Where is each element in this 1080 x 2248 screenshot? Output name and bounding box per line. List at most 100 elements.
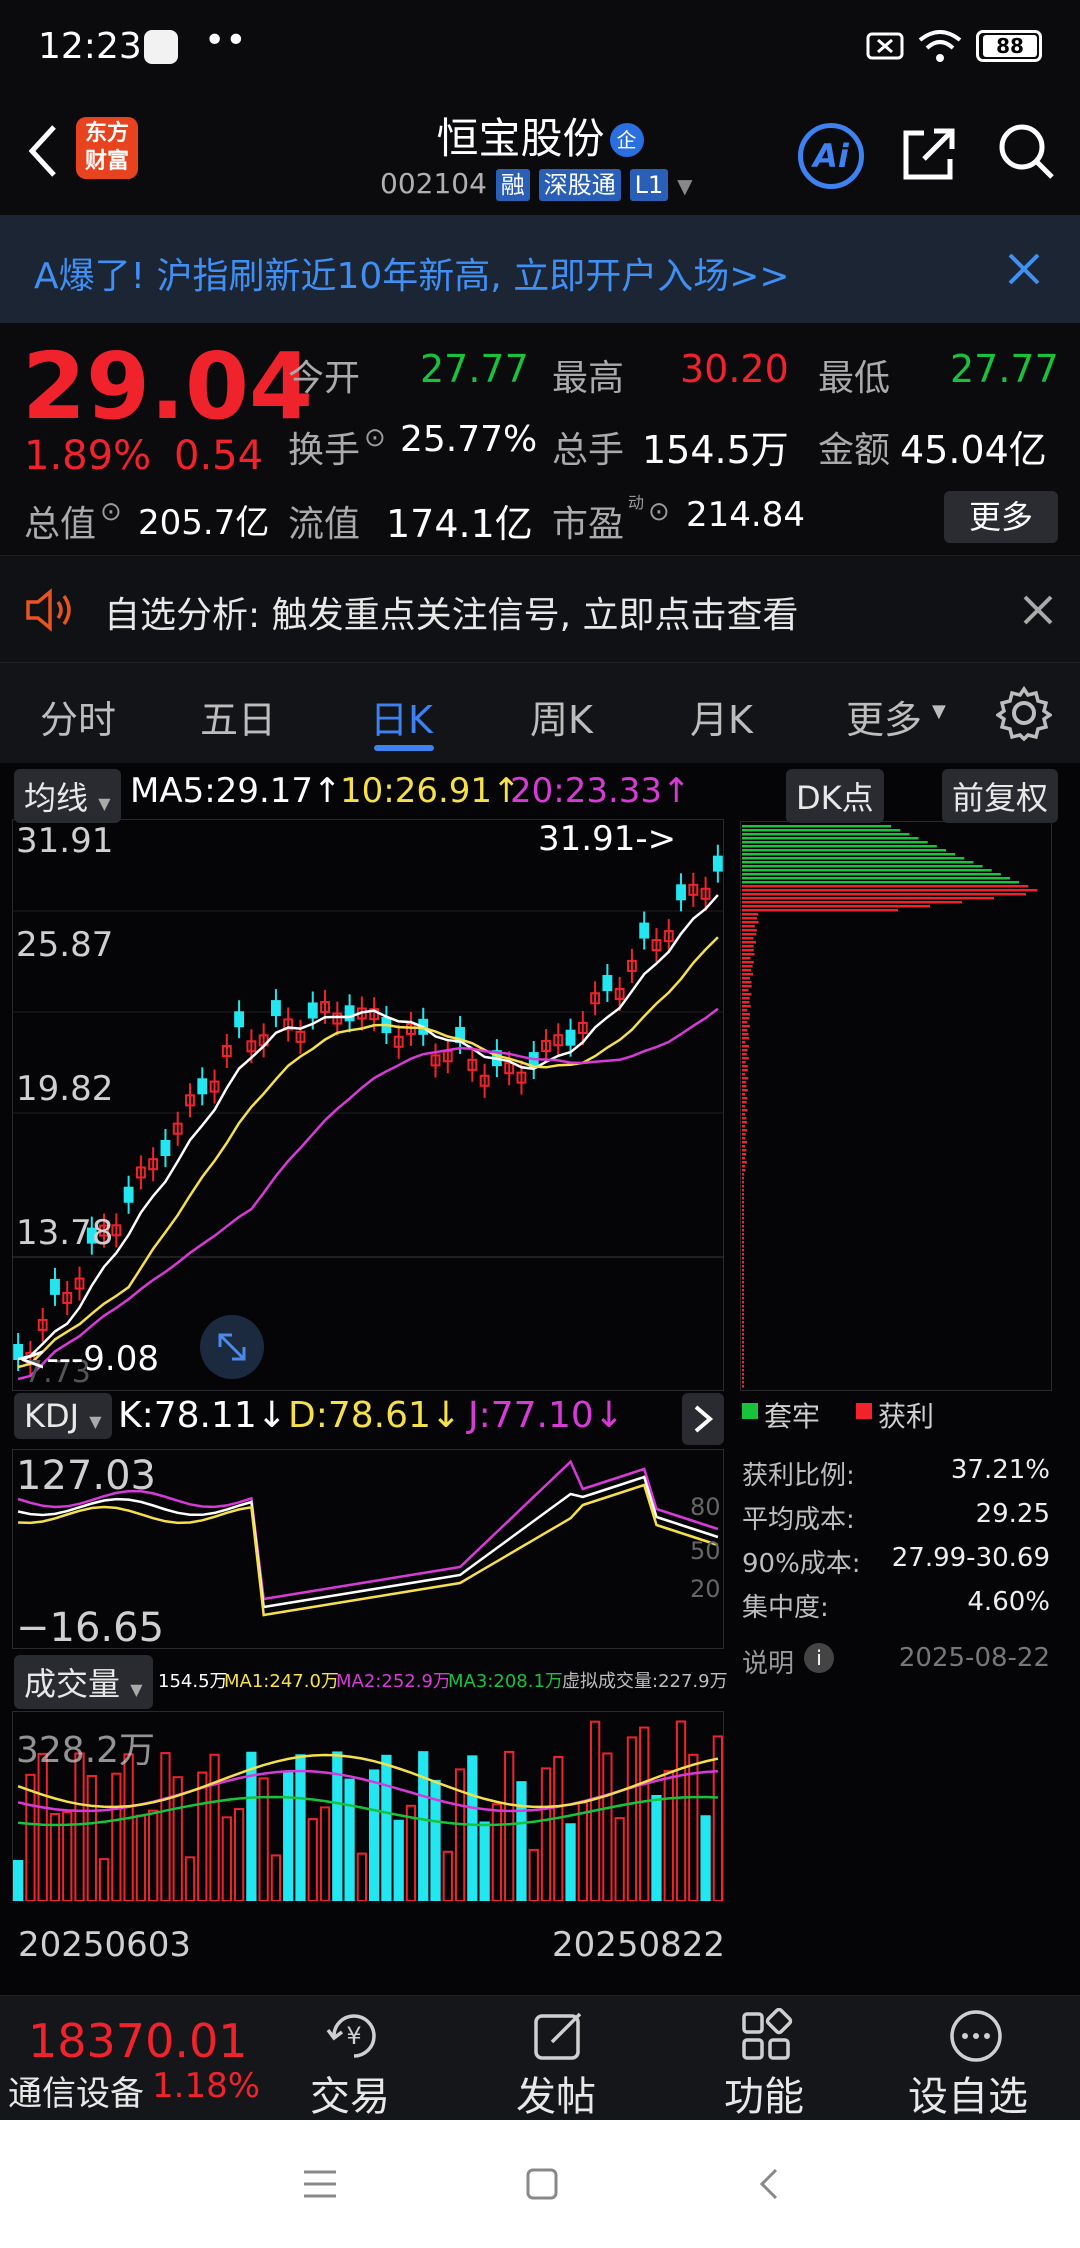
- chip-bar: [742, 1329, 744, 1332]
- promo-banner[interactable]: A爆了! 沪指刷新近10年新高, 立即开户入场>>: [0, 215, 1080, 323]
- kdj-k-value: K:78.11: [118, 1395, 257, 1436]
- info-icon[interactable]: ⊙: [100, 497, 122, 527]
- kdj-level-50: 50: [690, 1537, 721, 1565]
- search-icon[interactable]: [996, 121, 1056, 183]
- back-icon[interactable]: [22, 121, 62, 181]
- vol-ma1-readout: MA1:247.0万: [224, 1671, 339, 1692]
- profit-ratio-value: 37.21%: [950, 1455, 1050, 1485]
- chip-bar: [742, 985, 752, 988]
- sector-index[interactable]: 18370.01 通信设备 1.18%: [0, 1996, 262, 2121]
- candle-body: [50, 1278, 60, 1295]
- nav-trade[interactable]: ¥ 交易: [290, 1996, 420, 2121]
- more-dots-icon: [950, 2010, 1002, 2062]
- low-marker: <---9.08: [18, 1339, 159, 1379]
- nav-functions[interactable]: 功能: [700, 1996, 830, 2121]
- candlestick-chart[interactable]: [12, 819, 724, 1391]
- info-icon[interactable]: ⊙: [364, 423, 386, 453]
- candle-body: [234, 1011, 245, 1028]
- analysis-notice[interactable]: 自选分析: 触发重点关注信号, 立即点击查看: [0, 555, 1080, 663]
- edit-post-icon: [534, 2012, 582, 2060]
- connect-tag: 深股通: [538, 169, 621, 201]
- chip-bar: [742, 937, 754, 940]
- ma-selector[interactable]: 均线 ▼: [14, 769, 121, 823]
- candle-body: [639, 922, 650, 939]
- chip-bar: [742, 1221, 744, 1224]
- indicator-next-button[interactable]: [682, 1393, 724, 1445]
- volume-bar: [98, 1858, 110, 1901]
- logo-text-top: 东方: [84, 121, 129, 146]
- app-notification-icon: [144, 30, 178, 64]
- volume-bar: [467, 1755, 478, 1901]
- menu-icon[interactable]: [300, 2164, 340, 2204]
- dk-point-button[interactable]: DK点: [786, 769, 884, 823]
- kdj-selector[interactable]: KDJ ▼: [14, 1393, 112, 1439]
- chip-bar: [742, 873, 1001, 876]
- close-banner-icon[interactable]: [1006, 251, 1042, 287]
- title-block[interactable]: 恒宝股份 企: [300, 105, 780, 166]
- more-button[interactable]: 更多: [944, 491, 1058, 543]
- volume-value: 154.5万: [642, 428, 789, 472]
- tab-daily-k[interactable]: 日K: [370, 689, 433, 744]
- chip-bar: [742, 1313, 744, 1316]
- banner-text[interactable]: A爆了! 沪指刷新近10年新高, 立即开户入场>>: [34, 247, 790, 299]
- chip-bar: [742, 929, 757, 932]
- chip-bar: [742, 1265, 744, 1268]
- change-pct: 1.89%: [24, 433, 152, 479]
- chip-bar: [742, 1321, 744, 1324]
- tab-intraday[interactable]: 分时: [40, 689, 116, 744]
- code-row: 002104 融 深股通 L1 ▼: [380, 165, 693, 201]
- adjust-button[interactable]: 前复权: [942, 769, 1059, 823]
- tab-weekly-k[interactable]: 周K: [530, 689, 593, 744]
- share-icon[interactable]: [900, 123, 960, 183]
- volume-selector[interactable]: 成交量 ▼: [14, 1655, 153, 1709]
- mktcap-value: 205.7亿: [138, 503, 270, 543]
- chip-bar: [742, 1377, 744, 1380]
- enterprise-badge: 企: [609, 123, 644, 157]
- chip-bar: [742, 1253, 744, 1256]
- chip-bar: [742, 1201, 744, 1204]
- dropdown-icon[interactable]: ▼: [677, 174, 692, 198]
- stock-code: 002104: [380, 167, 487, 200]
- battery-level: 88: [983, 35, 1037, 57]
- stock-header: 东方 财富 恒宝股份 企 002104 融 深股通 L1 ▼ Ai: [0, 95, 1080, 215]
- chip-bar: [742, 925, 755, 928]
- info-icon[interactable]: ⊙: [648, 497, 670, 527]
- nav-add-watchlist[interactable]: 设自选: [900, 1996, 1060, 2121]
- stock-name: 恒宝股份: [436, 114, 605, 163]
- close-notice-icon[interactable]: [1022, 594, 1054, 626]
- nav-post[interactable]: 发帖: [494, 1996, 624, 2121]
- chip-bar: [742, 901, 962, 904]
- volume-bar: [37, 1752, 48, 1901]
- status-bar: 12:23 •• 88: [0, 0, 1080, 95]
- chip-date: 2025-08-22: [898, 1643, 1050, 1673]
- chip-bar: [742, 1049, 748, 1052]
- chip-bar: [742, 1353, 744, 1356]
- concentration-value: 4.60%: [967, 1587, 1050, 1617]
- chip-bar: [742, 1193, 744, 1196]
- kdj-d-readout: D:78.61↓: [288, 1395, 461, 1436]
- chip-bar: [742, 1269, 744, 1272]
- expand-chart-button[interactable]: [200, 1315, 264, 1379]
- chip-bars: [742, 825, 1038, 1388]
- ai-button[interactable]: Ai: [798, 123, 864, 189]
- notice-text[interactable]: 自选分析: 触发重点关注信号, 立即点击查看: [104, 586, 798, 638]
- volume-bar: [393, 1819, 404, 1901]
- volume-bar: [13, 1860, 24, 1901]
- ma20-readout: 20:23.33↑: [510, 771, 691, 811]
- chip-bar: [742, 1161, 747, 1164]
- chevron-right-icon: [694, 1405, 714, 1433]
- settings-gear-icon[interactable]: [996, 685, 1052, 741]
- chip-bar: [742, 1209, 744, 1212]
- volume-y-top: 328.2万: [16, 1730, 156, 1771]
- chip-bar: [742, 965, 753, 968]
- back-nav-icon[interactable]: [750, 2164, 790, 2204]
- more-dropdown-icon[interactable]: ▼: [932, 701, 946, 722]
- tab-monthly-k[interactable]: 月K: [690, 689, 753, 744]
- tab-five-day[interactable]: 五日: [200, 689, 276, 744]
- home-icon[interactable]: [522, 2164, 562, 2204]
- candle-body: [602, 975, 613, 992]
- logo-text-bottom: 财富: [84, 149, 129, 174]
- tab-more[interactable]: 更多: [846, 689, 922, 744]
- profit-legend: 获利: [878, 1400, 935, 1433]
- bottom-toolbar: 18370.01 通信设备 1.18% ¥ 交易 发帖 功能 设自选: [0, 1995, 1080, 2120]
